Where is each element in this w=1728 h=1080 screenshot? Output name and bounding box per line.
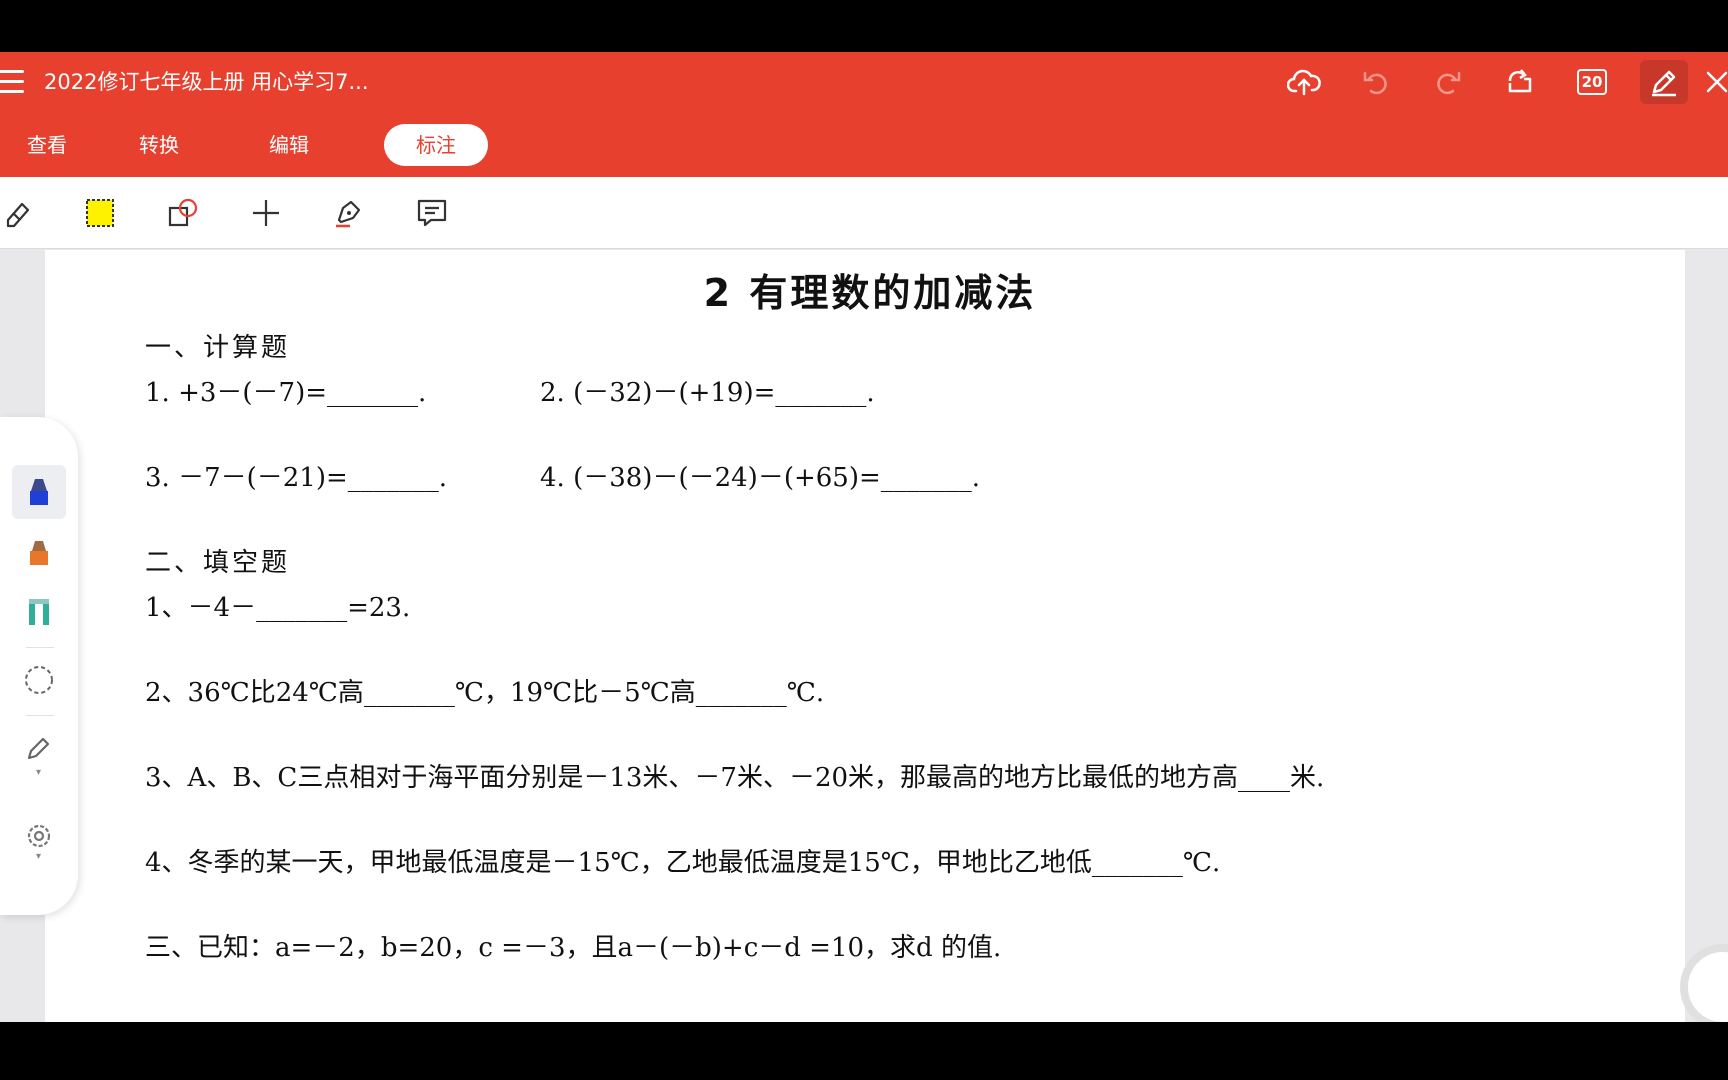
- page-count: 20: [1576, 69, 1608, 95]
- plus-icon[interactable]: [241, 188, 291, 238]
- floating-action-button[interactable]: [1680, 944, 1728, 1022]
- comment-icon[interactable]: [407, 188, 457, 238]
- section-fill-in: 二、填空题: [145, 548, 291, 578]
- close-icon[interactable]: [1702, 60, 1728, 104]
- pdf-reader-app: 2022修订七年级上册 用心学习7... 20 查看 转换 编辑 标注 2 有理…: [0, 52, 1728, 1022]
- document-title: 2022修订七年级上册 用心学习7...: [44, 70, 369, 94]
- chevron-down-icon[interactable]: ▾: [36, 851, 41, 862]
- section-calculation: 一、计算题: [145, 333, 291, 363]
- ribbon-tabs: 查看 转换 编辑 标注: [0, 122, 488, 168]
- orange-marker-icon[interactable]: [12, 525, 66, 579]
- pen-panel: ▾ ▾: [0, 417, 78, 915]
- title-actions: 20: [1256, 58, 1728, 106]
- letterbox-top: [0, 0, 1728, 52]
- annotation-toolbar: [0, 177, 1728, 249]
- lasso-icon[interactable]: [12, 653, 66, 707]
- blue-marker-icon[interactable]: [12, 465, 66, 519]
- tab-edit[interactable]: 编辑: [224, 124, 354, 166]
- eraser-icon[interactable]: [0, 188, 42, 238]
- rotate-icon[interactable]: [1496, 60, 1544, 104]
- menu-icon[interactable]: [0, 66, 24, 96]
- cloud-upload-icon[interactable]: [1280, 60, 1328, 104]
- tab-convert[interactable]: 转换: [94, 124, 224, 166]
- question-1: 1. +3－(－7)=_______.: [145, 378, 427, 408]
- screen: 2022修订七年级上册 用心学习7... 20 查看 转换 编辑 标注 2 有理…: [0, 0, 1728, 1080]
- letterbox-bottom: [0, 1022, 1728, 1080]
- undo-icon[interactable]: [1352, 60, 1400, 104]
- page-heading: 2 有理数的加减法: [703, 271, 1037, 315]
- redo-icon[interactable]: [1424, 60, 1472, 104]
- fill-2: 2、36℃比24℃高_______℃，19℃比－5℃高_______℃.: [145, 678, 825, 708]
- tab-view[interactable]: 查看: [0, 124, 94, 166]
- title-bar: 2022修订七年级上册 用心学习7... 20 查看 转换 编辑 标注: [0, 52, 1728, 177]
- chevron-down-icon[interactable]: ▾: [36, 767, 41, 778]
- pen-icon[interactable]: [324, 188, 374, 238]
- page-count-icon[interactable]: 20: [1568, 60, 1616, 104]
- panel-divider: [26, 715, 54, 716]
- fill-4: 4、冬季的某一天，甲地最低温度是－15℃，乙地最低温度是15℃，甲地比乙地低__…: [145, 848, 1221, 878]
- question-2: 2. (－32)－(+19)=_______.: [540, 378, 875, 408]
- highlight-rect-icon[interactable]: [75, 188, 125, 238]
- question-4: 4. (－38)－(－24)－(+65)=_______.: [540, 463, 981, 493]
- fill-1: 1、－4－_______=23.: [145, 593, 411, 623]
- tab-annotate[interactable]: 标注: [384, 124, 488, 166]
- shape-icon[interactable]: [158, 188, 208, 238]
- teal-highlighter-icon[interactable]: [12, 585, 66, 639]
- question-3: 3. －7－(－21)=_______.: [145, 463, 448, 493]
- section-given: 三、已知：a=－2，b=20，c =－3，且a－(－b)+c－d =10，求d …: [145, 933, 1002, 963]
- document-page[interactable]: 2 有理数的加减法 一、计算题 1. +3－(－7)=_______. 2. (…: [45, 250, 1685, 1022]
- panel-divider: [26, 647, 54, 648]
- edit-pen-icon[interactable]: [1640, 60, 1688, 104]
- fill-3: 3、A、B、C三点相对于海平面分别是－13米、－7米、－20米，那最高的地方比最…: [145, 763, 1325, 793]
